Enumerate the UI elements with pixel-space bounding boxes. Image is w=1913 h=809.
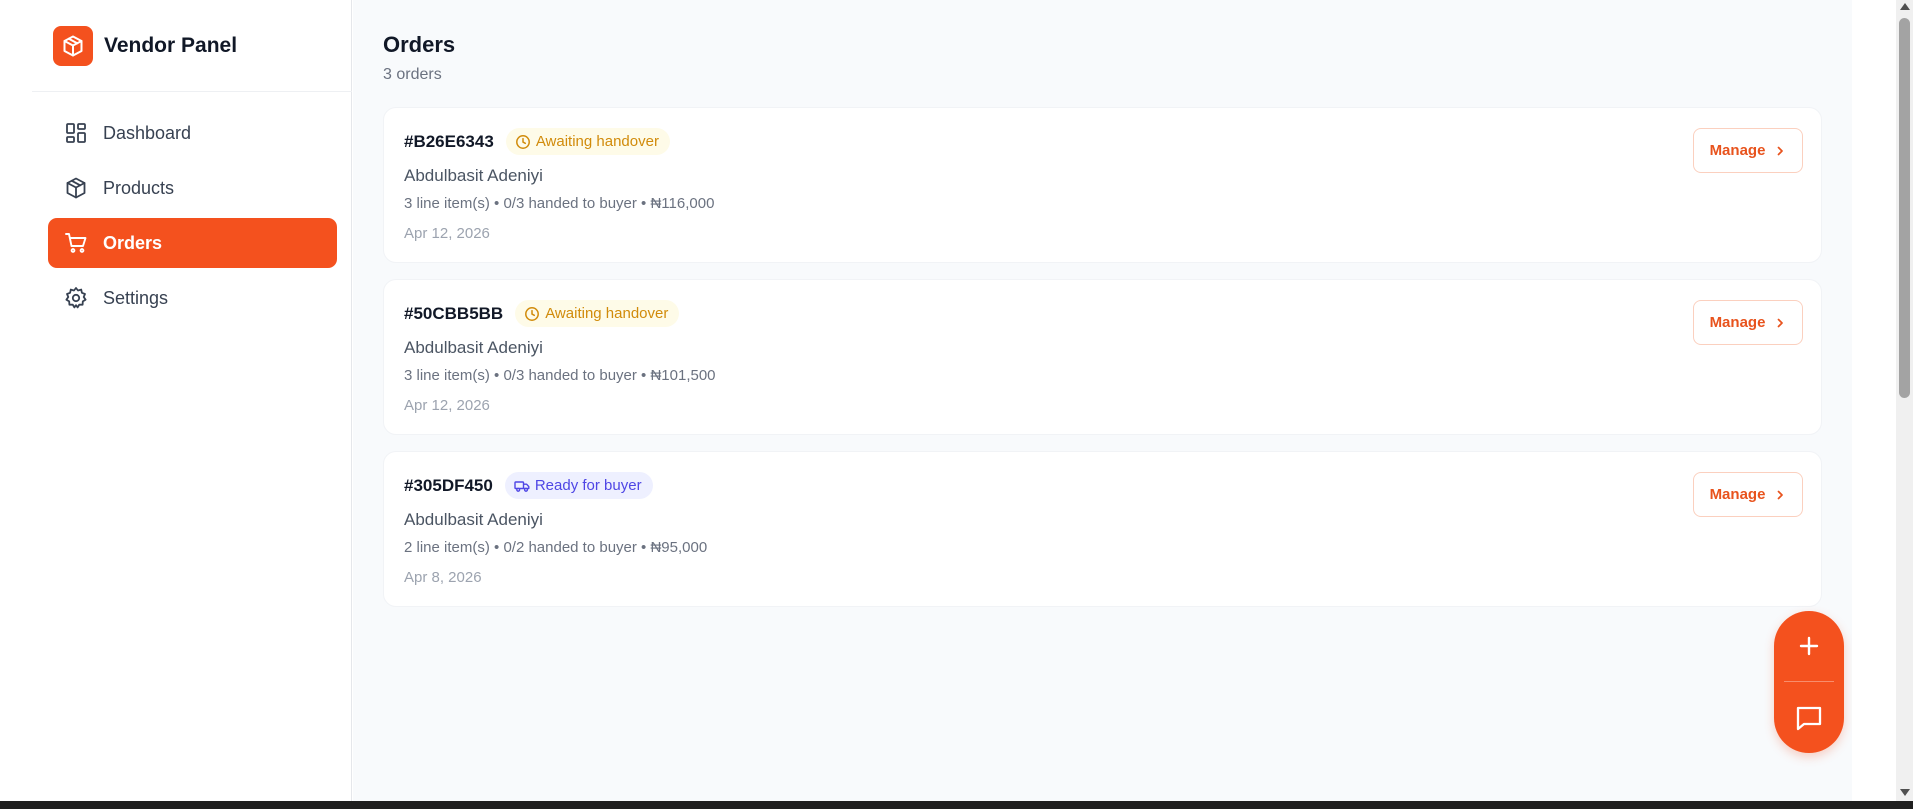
status-badge: Awaiting handover [505,128,670,155]
plus-icon [1797,634,1821,658]
buyer-name: Abdulbasit Adeniyi [404,338,543,357]
buyer-name: Abdulbasit Adeniyi [404,510,543,529]
order-card: #B26E6343 Awaiting handover Abdulbasit A… [383,107,1822,263]
clock-icon [524,306,540,322]
status-label: Awaiting handover [535,133,659,150]
floating-action-group [1774,611,1844,753]
gear-icon [63,285,89,311]
order-header: #B26E6343 Awaiting handover [404,128,670,155]
order-header: #50CBB5BB Awaiting handover [404,300,680,327]
status-badge: Ready for buyer [504,472,653,499]
chat-button[interactable] [1774,683,1844,753]
fab-divider [1784,681,1834,682]
sidebar: Vendor Panel Dashboard Products Orders S… [0,0,352,801]
manage-button[interactable]: Manage [1693,300,1803,345]
brand[interactable]: Vendor Panel [32,0,352,92]
scroll-down-arrow-icon[interactable] [1900,789,1910,796]
sidebar-item-label: Orders [103,232,163,253]
sidebar-item-label: Settings [103,287,169,308]
order-card: #50CBB5BB Awaiting handover Abdulbasit A… [383,279,1822,435]
sidebar-item-label: Products [103,177,175,198]
scrollbar-thumb[interactable] [1899,18,1910,398]
app-name: Vendor Panel [104,33,238,57]
order-date: Apr 8, 2026 [404,569,482,586]
manage-label: Manage [1709,314,1766,331]
status-badge: Awaiting handover [515,300,680,327]
order-date: Apr 12, 2026 [404,225,490,242]
chat-icon [1793,702,1825,734]
order-meta: 3 line item(s) • 0/3 handed to buyer • ₦… [404,195,715,212]
sidebar-nav: Dashboard Products Orders Settings [48,108,337,328]
order-id: #B26E6343 [404,131,494,151]
order-date: Apr 12, 2026 [404,397,490,414]
chevron-right-icon [1774,145,1786,157]
box-icon [63,175,89,201]
dashboard-grid-icon [63,120,89,146]
box-icon [53,25,93,66]
truck-icon [514,478,530,494]
manage-label: Manage [1709,486,1766,503]
status-label: Ready for buyer [534,477,642,494]
manage-button[interactable]: Manage [1693,128,1803,173]
sidebar-item-label: Dashboard [103,122,192,143]
order-id: #305DF450 [404,475,493,495]
sidebar-item-dashboard[interactable]: Dashboard [48,108,337,158]
order-meta: 3 line item(s) • 0/3 handed to buyer • ₦… [404,367,716,384]
right-gutter [1852,0,1896,801]
add-button[interactable] [1774,611,1844,681]
manage-label: Manage [1709,142,1766,159]
sidebar-item-orders[interactable]: Orders [48,218,337,268]
chevron-right-icon [1774,489,1786,501]
cart-icon [63,230,89,256]
page-subtitle: 3 orders [383,66,442,83]
manage-button[interactable]: Manage [1693,472,1803,517]
chevron-right-icon [1774,317,1786,329]
order-card: #305DF450 Ready for buyer Abdulbasit Ade… [383,451,1822,607]
page-title: Orders [383,32,456,57]
buyer-name: Abdulbasit Adeniyi [404,166,543,185]
scroll-up-arrow-icon[interactable] [1900,3,1910,10]
sidebar-item-settings[interactable]: Settings [48,273,337,323]
status-label: Awaiting handover [545,305,669,322]
clock-icon [515,134,531,150]
sidebar-item-products[interactable]: Products [48,163,337,213]
order-id: #50CBB5BB [404,303,504,323]
order-meta: 2 line item(s) • 0/2 handed to buyer • ₦… [404,539,708,556]
order-header: #305DF450 Ready for buyer [404,472,653,499]
taskbar-strip [0,801,1913,809]
main-content: Orders 3 orders #B26E6343 Awaiting hando… [353,0,1852,801]
